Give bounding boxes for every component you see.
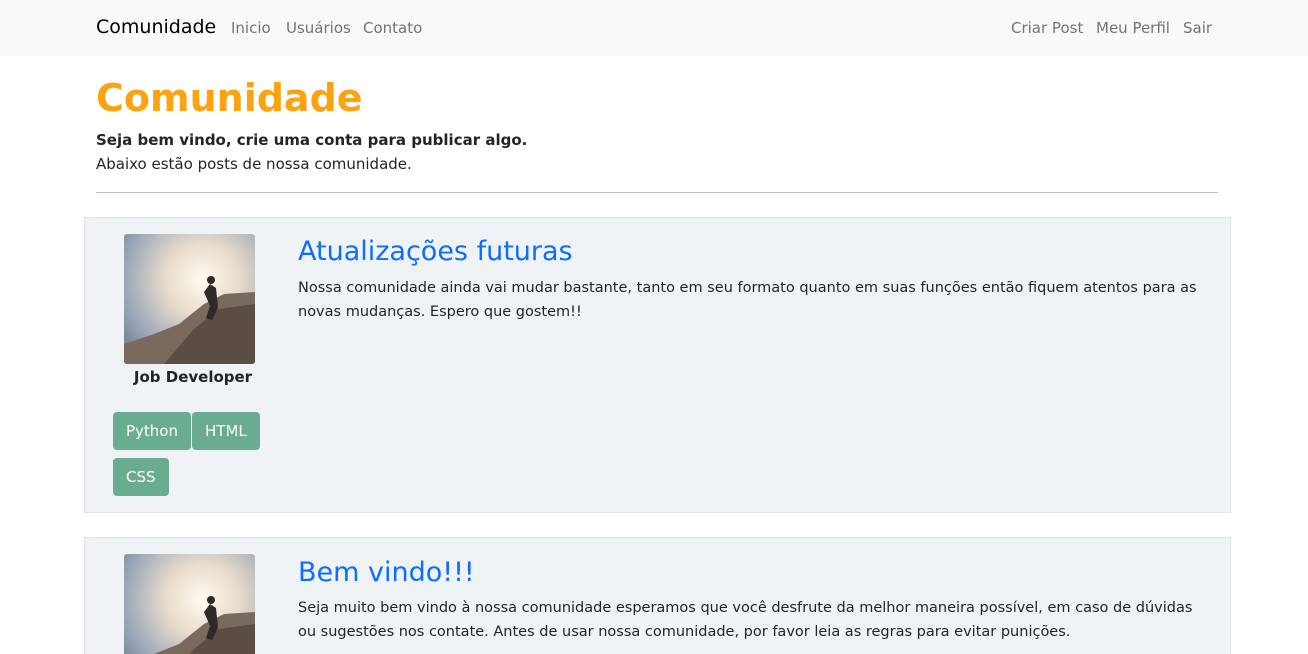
nav-link-inicio[interactable]: Inicio — [231, 19, 271, 37]
profile-photo — [124, 554, 255, 654]
post-card: Job Developer Python HTML CSS Atualizaçõ… — [84, 217, 1231, 513]
nav-link-sair[interactable]: Sair — [1183, 19, 1212, 37]
nav-link-meu-perfil[interactable]: Meu Perfil — [1096, 19, 1170, 37]
tag-python[interactable]: Python — [113, 412, 191, 450]
nav-link-criar-post[interactable]: Criar Post — [1011, 19, 1083, 37]
tag-css[interactable]: CSS — [113, 458, 169, 496]
post-card: Bem vindo!!! Seja muito bem vindo à noss… — [84, 537, 1231, 654]
post-body: Nossa comunidade ainda vai mudar bastant… — [298, 280, 1197, 320]
author-name: Job Developer — [133, 368, 253, 386]
divider — [96, 192, 1218, 193]
page-title: Comunidade — [96, 76, 363, 120]
post-title[interactable]: Atualizações futuras — [298, 235, 573, 269]
post-title[interactable]: Bem vindo!!! — [298, 556, 475, 590]
author-avatar[interactable] — [124, 234, 255, 364]
tag-html[interactable]: HTML — [192, 412, 260, 450]
brand-link[interactable]: Comunidade — [96, 16, 216, 38]
profile-photo — [124, 234, 255, 364]
intro-text: Abaixo estão posts de nossa comunidade. — [96, 155, 412, 173]
post-body: Seja muito bem vindo à nossa comunidade … — [298, 600, 1193, 640]
author-avatar[interactable] — [124, 554, 255, 654]
welcome-text: Seja bem vindo, crie uma conta para publ… — [96, 131, 528, 149]
nav-link-contato[interactable]: Contato — [363, 19, 422, 37]
navbar: Comunidade Inicio Usuários Contato Criar… — [0, 0, 1308, 56]
nav-link-usuarios[interactable]: Usuários — [286, 19, 351, 37]
